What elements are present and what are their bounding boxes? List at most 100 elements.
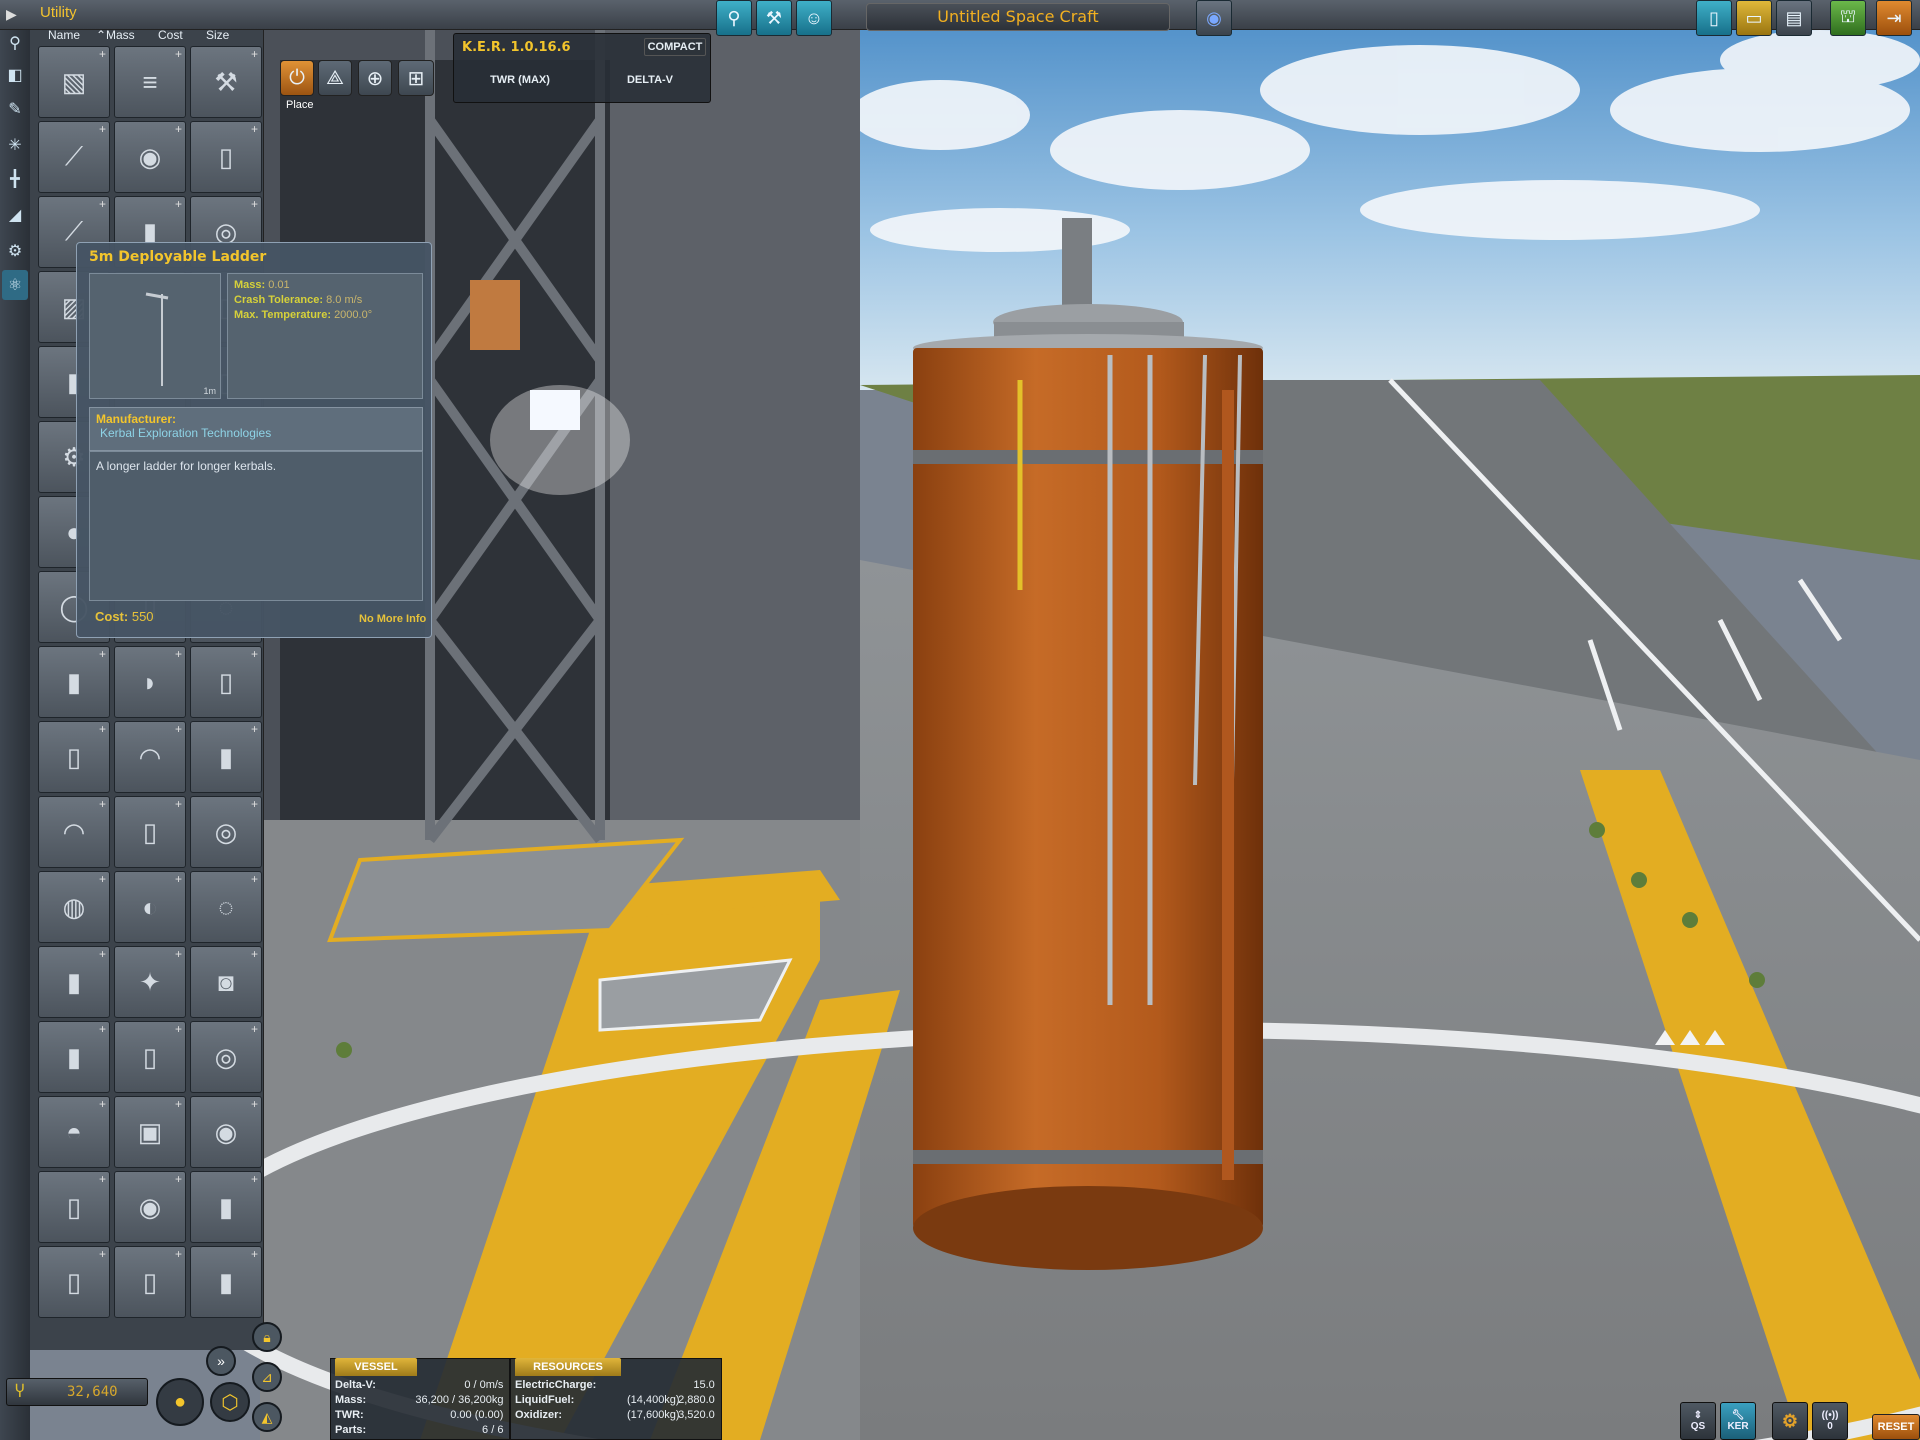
- craft-name-field[interactable]: Untitled Space Craft: [866, 3, 1170, 31]
- quicksave-button[interactable]: ⇕ QS: [1680, 1402, 1716, 1440]
- aero-marker-button[interactable]: ◭: [252, 1402, 282, 1432]
- part-slot[interactable]: ◉ +: [190, 1096, 262, 1168]
- part-slot[interactable]: ◓ +: [38, 1096, 110, 1168]
- part-slot[interactable]: ▣+: [114, 1096, 186, 1168]
- part-slot[interactable]: ▯+: [38, 721, 110, 793]
- part-slot[interactable]: ⟋ +: [38, 121, 110, 193]
- actions-button[interactable]: ⚒: [756, 0, 792, 36]
- part-slot[interactable]: ▯+: [114, 1246, 186, 1318]
- category-pods-icon[interactable]: ⚲: [2, 28, 28, 58]
- tooltip-title: 5m Deployable Ladder: [89, 249, 267, 265]
- part-slot[interactable]: ▧ +: [38, 46, 110, 118]
- place-tool-button[interactable]: ⏻: [280, 60, 314, 96]
- part-plus-icon: +: [250, 1022, 258, 1036]
- category-utility-icon[interactable]: ⚙: [2, 236, 28, 266]
- engineer-button[interactable]: ⚙: [1772, 1402, 1808, 1440]
- part-plus-icon: +: [250, 197, 258, 211]
- symmetry-button[interactable]: ⬡: [210, 1382, 250, 1422]
- ker-twr-button[interactable]: TWR (MAX): [462, 68, 578, 92]
- crew-button[interactable]: ☺: [796, 0, 832, 36]
- fuel-tank[interactable]: [913, 218, 1263, 1270]
- new-craft-button[interactable]: ▯: [1696, 0, 1732, 36]
- ker-compact-button[interactable]: COMPACT: [644, 38, 706, 56]
- part-slot[interactable]: ▯+: [38, 1171, 110, 1243]
- sort-mass-button[interactable]: Mass: [106, 28, 135, 42]
- ker-title: K.E.R. 1.0.16.6: [462, 40, 571, 55]
- editor-mode-button[interactable]: ⚲: [716, 0, 752, 36]
- sort-name-button[interactable]: Name: [48, 28, 80, 42]
- part-slot[interactable]: ◉ +: [114, 121, 186, 193]
- commnet-button[interactable]: ((•)) 0: [1812, 1402, 1848, 1440]
- part-slot[interactable]: ▯+: [114, 796, 186, 868]
- part-slot[interactable]: ⚒ +: [190, 46, 262, 118]
- stage-center-button[interactable]: ●: [156, 1378, 204, 1426]
- ker-button[interactable]: 🔧︎ KER: [1720, 1402, 1756, 1440]
- gear-icon: ⚙: [1781, 1410, 1799, 1431]
- resources-tab[interactable]: RESOURCES: [515, 1358, 621, 1376]
- save-craft-button[interactable]: ▤: [1776, 0, 1812, 36]
- part-slot[interactable]: ▯+: [114, 1021, 186, 1093]
- part-plus-icon: +: [98, 197, 106, 211]
- part-slot[interactable]: ◎+: [190, 796, 262, 868]
- sort-cost-button[interactable]: Cost: [158, 28, 183, 42]
- part-thumbnail-icon: ▧: [61, 66, 87, 97]
- load-craft-button[interactable]: ▭: [1736, 0, 1772, 36]
- flag-button[interactable]: ◉: [1196, 0, 1232, 36]
- part-slot[interactable]: ◐+: [114, 871, 186, 943]
- sort-size-button[interactable]: Size: [206, 28, 229, 42]
- part-thumbnail-icon: ▯: [218, 141, 234, 172]
- part-plus-icon: +: [174, 197, 182, 211]
- part-thumbnail-icon: ▯: [142, 1266, 158, 1297]
- part-slot[interactable]: ◠ +: [38, 796, 110, 868]
- part-plus-icon: +: [174, 797, 182, 811]
- place-icon: ⏻: [289, 66, 305, 89]
- part-slot[interactable]: ◍ +: [38, 871, 110, 943]
- part-thumbnail-icon: ▯: [66, 1266, 82, 1297]
- part-slot[interactable]: ▮+: [190, 1171, 262, 1243]
- part-slot[interactable]: ◎+: [190, 1021, 262, 1093]
- sort-arrow-icon: ⌃: [96, 28, 107, 42]
- reset-button[interactable]: RESET: [1872, 1414, 1920, 1440]
- category-menu-icon[interactable]: ▶: [6, 6, 20, 22]
- category-aero-icon[interactable]: ◢: [2, 200, 28, 230]
- vessel-tab[interactable]: VESSEL: [335, 1358, 417, 1376]
- category-engines-icon[interactable]: ✎: [2, 94, 28, 124]
- rotate-tool-button[interactable]: ⊕: [358, 60, 392, 96]
- lock-button[interactable]: 🔒︎: [252, 1322, 282, 1352]
- tooltip-cost: Cost: 550: [95, 609, 154, 624]
- part-slot[interactable]: ▮+: [38, 646, 110, 718]
- part-thumbnail-icon: ▮: [66, 1041, 82, 1072]
- category-structural-icon[interactable]: ╋: [2, 164, 28, 194]
- part-slot[interactable]: ◗ +: [114, 646, 186, 718]
- exit-button[interactable]: ⇥: [1876, 0, 1912, 36]
- part-slot[interactable]: ▯+: [38, 1246, 110, 1318]
- part-slot[interactable]: ▮+: [190, 1246, 262, 1318]
- exit-icon: ⇥: [1886, 7, 1902, 28]
- part-slot[interactable]: ▮+: [38, 946, 110, 1018]
- part-slot[interactable]: ▯+: [190, 121, 262, 193]
- more-info-button[interactable]: No More Info: [359, 613, 426, 625]
- offset-tool-button[interactable]: ⟁: [318, 60, 352, 96]
- part-slot[interactable]: ▮+: [190, 721, 262, 793]
- launch-button[interactable]: ⛫: [1830, 0, 1866, 36]
- cg-marker-button[interactable]: ⊿: [252, 1362, 282, 1392]
- scene-viewport[interactable]: [0, 0, 1920, 1440]
- part-slot[interactable]: ▯+: [190, 646, 262, 718]
- part-plus-icon: +: [250, 47, 258, 61]
- angle-snap-button[interactable]: »: [206, 1346, 236, 1376]
- part-slot[interactable]: ◠ +: [114, 721, 186, 793]
- part-slot[interactable]: ≡ +: [114, 46, 186, 118]
- part-slot[interactable]: ▮+: [38, 1021, 110, 1093]
- category-fuel-icon[interactable]: ◧: [2, 60, 28, 90]
- part-preview: 1m: [89, 273, 221, 399]
- part-slot[interactable]: ✦ +: [114, 946, 186, 1018]
- part-plus-icon: +: [174, 722, 182, 736]
- root-tool-button[interactable]: ⊞: [398, 60, 434, 96]
- category-control-icon[interactable]: ✳: [2, 130, 28, 160]
- part-slot[interactable]: ◌+: [190, 871, 262, 943]
- part-thumbnail-icon: ✦: [139, 966, 161, 997]
- category-science-icon[interactable]: ⚛: [2, 270, 28, 300]
- part-slot[interactable]: ◙ +: [190, 946, 262, 1018]
- ker-deltav-button[interactable]: DELTA-V: [592, 68, 708, 92]
- part-slot[interactable]: ◉ +: [114, 1171, 186, 1243]
